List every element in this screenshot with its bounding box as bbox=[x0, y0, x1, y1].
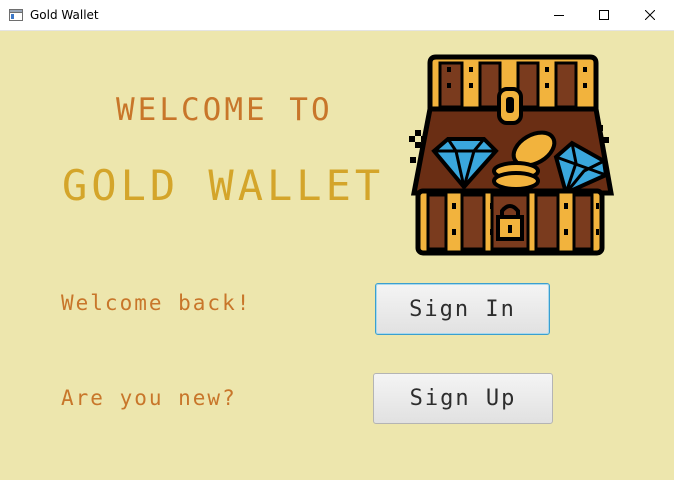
are-you-new-label: Are you new? bbox=[61, 386, 237, 410]
app-name-heading: GOLD WALLET bbox=[62, 161, 385, 210]
title-bar: Gold Wallet bbox=[0, 0, 674, 31]
maximize-button[interactable] bbox=[581, 0, 627, 30]
close-button[interactable] bbox=[627, 0, 673, 30]
sign-in-button[interactable]: Sign In bbox=[375, 283, 550, 335]
welcome-back-label: Welcome back! bbox=[61, 291, 252, 315]
window-title: Gold Wallet bbox=[30, 8, 99, 22]
minimize-button[interactable] bbox=[536, 0, 582, 30]
welcome-heading: WELCOME TO bbox=[116, 92, 333, 128]
minimize-icon bbox=[554, 15, 564, 16]
treasure-chest-icon bbox=[409, 54, 614, 256]
close-icon bbox=[645, 10, 655, 20]
maximize-icon bbox=[599, 10, 609, 20]
app-icon bbox=[9, 9, 23, 21]
sign-up-button[interactable]: Sign Up bbox=[373, 373, 553, 424]
